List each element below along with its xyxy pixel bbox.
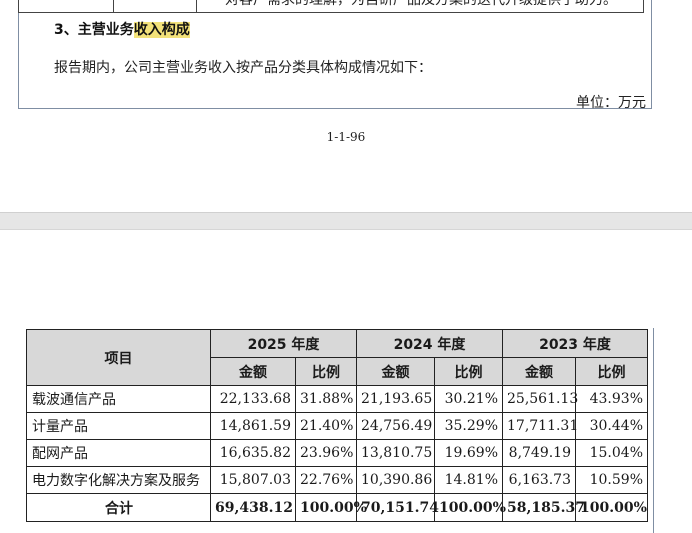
header-amount: 金额: [356, 357, 435, 386]
table-header-row-years: 项目 2025 年度 2024 年度 2023 年度: [26, 329, 648, 386]
header-ratio: 比例: [434, 357, 503, 386]
page-content-frame: [18, 0, 652, 109]
header-ratio: 比例: [295, 357, 357, 386]
document-page-lower: 项目 2025 年度 2024 年度 2023 年度 金额 比例 金额 比例 金…: [0, 230, 692, 533]
row-label: 计量产品: [26, 412, 211, 440]
total-ratio-2025: 100.00%: [295, 493, 367, 522]
cell-ratio-2023: 15.04%: [575, 439, 648, 467]
cell-amount-2023: 17,711.31: [502, 412, 578, 440]
cell-ratio-2025: 22.76%: [295, 466, 357, 494]
total-ratio-2023: 100.00%: [575, 493, 648, 522]
cell-ratio-2025: 23.96%: [295, 439, 357, 467]
row-label: 载波通信产品: [26, 385, 211, 413]
section-heading: 3、主营业务收入构成: [54, 19, 190, 39]
total-amount-2025: 69,438.12: [210, 493, 296, 522]
header-year-2025: 2025 年度: [210, 329, 357, 358]
table-divider: [196, 0, 197, 12]
header-amount: 金额: [502, 357, 576, 386]
table-row: 载波通信产品 22,133.68 31.88% 21,193.65 30.21%…: [26, 385, 648, 413]
row-label: 电力数字化解决方案及服务: [26, 466, 211, 494]
table-divider: [18, 0, 19, 12]
header-ratio: 比例: [575, 357, 648, 386]
table-row: 电力数字化解决方案及服务 15,807.03 22.76% 10,390.86 …: [26, 466, 648, 494]
document-page-upper: 对客户需求的理解，为自研产品及方案的迭代升级提供了助力。 3、主营业务收入构成 …: [0, 0, 692, 212]
section-paragraph: 报告期内，公司主营业务收入按产品分类具体构成情况如下：: [54, 60, 432, 76]
cell-ratio-2025: 31.88%: [295, 385, 357, 413]
cell-ratio-2024: 19.69%: [434, 439, 503, 467]
cell-amount-2024: 13,810.75: [356, 439, 435, 467]
page-separator: [0, 212, 692, 230]
table-total-row: 合计 69,438.12 100.00% 70,151.74 100.00% 5…: [26, 493, 648, 522]
previous-table-row: 对客户需求的理解，为自研产品及方案的迭代升级提供了助力。: [18, 0, 644, 13]
table-divider: [113, 0, 114, 12]
cell-ratio-2024: 14.81%: [434, 466, 503, 494]
cell-ratio-2023: 43.93%: [575, 385, 648, 413]
cell-amount-2025: 16,635.82: [210, 439, 296, 467]
section-heading-prefix: 3、主营业务: [54, 22, 134, 38]
cell-amount-2025: 14,861.59: [210, 412, 296, 440]
section-heading-highlight: 收入构成: [133, 22, 190, 38]
page-number: 1-1-96: [326, 130, 366, 144]
header-amount: 金额: [210, 357, 296, 386]
page-content-frame-edge: [653, 328, 654, 533]
table-row: 计量产品 14,861.59 21.40% 24,756.49 35.29% 1…: [26, 412, 648, 440]
cell-ratio-2023: 30.44%: [575, 412, 648, 440]
total-amount-2024: 70,151.74: [356, 493, 439, 522]
total-label: 合计: [26, 493, 211, 522]
cell-amount-2024: 24,756.49: [356, 412, 435, 440]
cell-amount-2023: 8,749.19: [502, 439, 576, 467]
previous-table-row-text: 对客户需求的理解，为自研产品及方案的迭代升级提供了助力。: [225, 0, 617, 8]
cell-amount-2023: 6,163.73: [502, 466, 576, 494]
cell-amount-2024: 21,193.65: [356, 385, 435, 413]
cell-ratio-2024: 35.29%: [434, 412, 503, 440]
total-ratio-2024: 100.00%: [434, 493, 506, 522]
unit-label: 单位：万元: [576, 95, 646, 111]
cell-amount-2025: 15,807.03: [210, 466, 296, 494]
revenue-composition-table: 项目 2025 年度 2024 年度 2023 年度 金额 比例 金额 比例 金…: [26, 329, 648, 522]
cell-ratio-2025: 21.40%: [295, 412, 357, 440]
header-year-2023: 2023 年度: [502, 329, 648, 358]
header-year-2024: 2024 年度: [356, 329, 503, 358]
cell-amount-2024: 10,390.86: [356, 466, 435, 494]
cell-ratio-2023: 10.59%: [575, 466, 648, 494]
header-item: 项目: [26, 329, 211, 386]
row-label: 配网产品: [26, 439, 211, 467]
cell-ratio-2024: 30.21%: [434, 385, 503, 413]
total-amount-2023: 58,185.37: [502, 493, 585, 522]
cell-amount-2025: 22,133.68: [210, 385, 296, 413]
table-divider: [643, 0, 644, 12]
revenue-table-wrapper: 项目 2025 年度 2024 年度 2023 年度 金额 比例 金额 比例 金…: [26, 329, 648, 522]
table-row: 配网产品 16,635.82 23.96% 13,810.75 19.69% 8…: [26, 439, 648, 467]
cell-amount-2023: 25,561.13: [502, 385, 578, 413]
